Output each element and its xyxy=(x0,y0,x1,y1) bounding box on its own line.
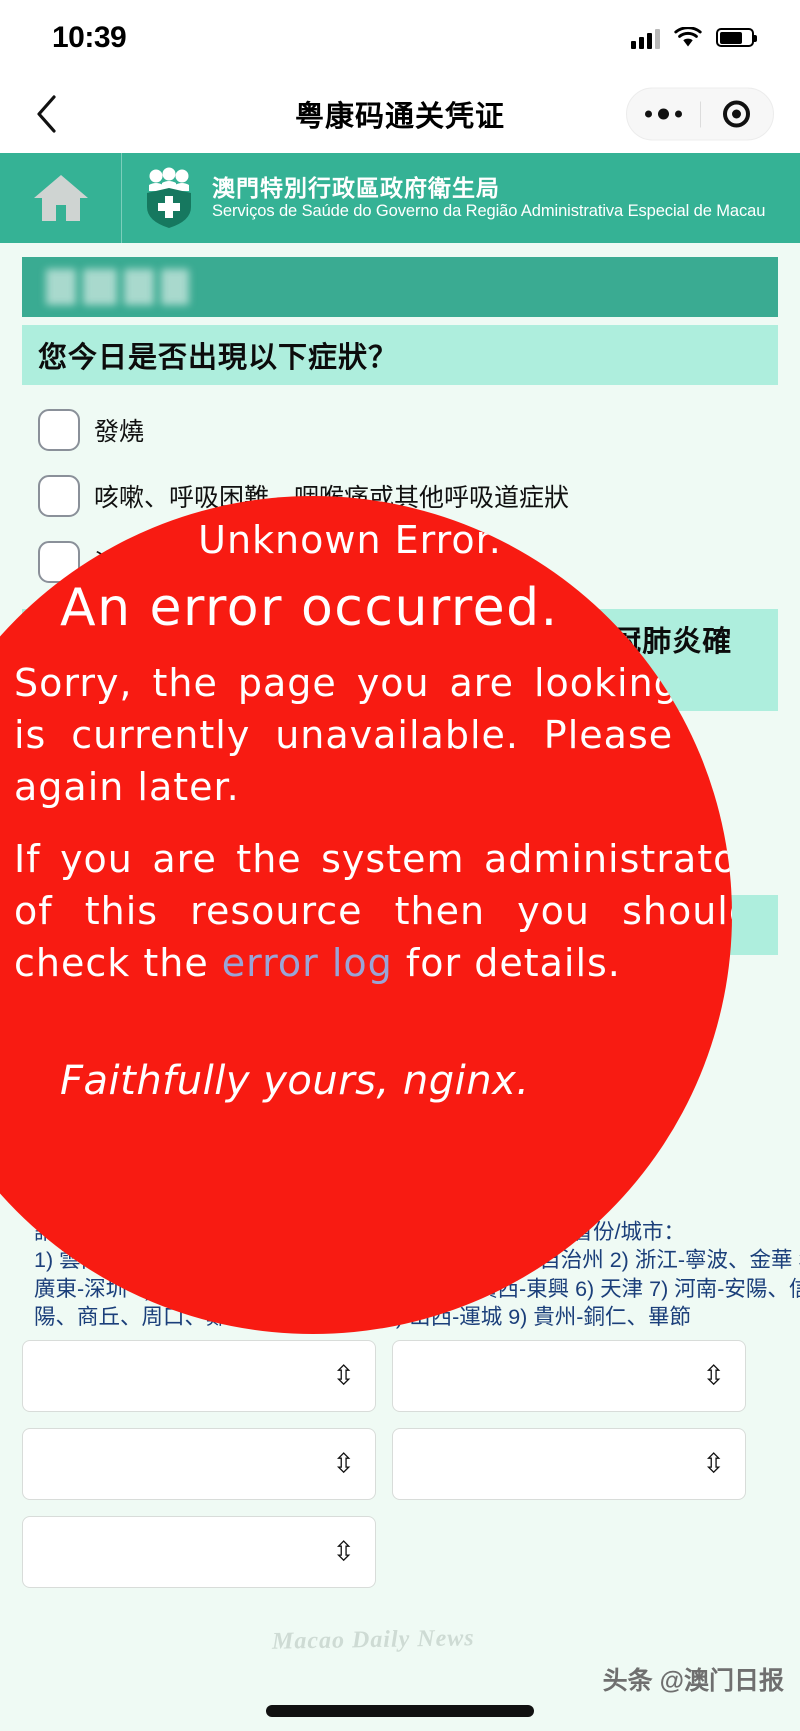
close-capsule-icon[interactable] xyxy=(701,100,774,128)
wechat-capsule xyxy=(626,87,774,141)
location-select[interactable]: ⇳ xyxy=(22,1339,376,1412)
error-log-link[interactable]: error log xyxy=(222,941,393,985)
battery-icon xyxy=(716,28,757,47)
nginx-error-overlay: Unknown Error. An error occurred. Sorry,… xyxy=(0,496,732,1334)
gov-title-portuguese: Serviços de Saúde do Governo da Região A… xyxy=(212,201,766,220)
toutiao-watermark: 头条 @澳门日报 xyxy=(602,1667,784,1695)
symptom-question-header: 您今日是否出現以下症狀？ xyxy=(22,325,778,385)
gov-title-chinese: 澳門特別行政區政府衛生局 xyxy=(212,174,500,201)
macao-daily-watermark: Macao Daily News xyxy=(271,1625,475,1655)
error-subheading: An error occurred. xyxy=(60,578,559,638)
location-select[interactable]: ⇳ xyxy=(392,1339,746,1412)
status-bar-time: 10:39 xyxy=(52,20,127,54)
chevron-updown-icon: ⇳ xyxy=(332,1536,355,1567)
chevron-left-icon xyxy=(37,95,56,133)
error-paragraph-1: Sorry, the page you are looking for is c… xyxy=(14,661,732,809)
navigation-bar: 粤康码通关凭证 xyxy=(0,75,800,153)
error-signature: Faithfully yours, nginx. xyxy=(60,1058,530,1104)
redacted-name xyxy=(46,269,189,305)
government-title-block: 澳門特別行政區政府衛生局 Serviços de Saúde do Govern… xyxy=(212,174,766,220)
government-header: 澳門特別行政區政府衛生局 Serviços de Saúde do Govern… xyxy=(0,153,800,243)
status-bar: 10:39 xyxy=(0,0,800,75)
status-bar-icons xyxy=(631,26,757,49)
chevron-updown-icon: ⇳ xyxy=(702,1448,725,1479)
symptom-option-fever[interactable]: 發燒 xyxy=(38,409,800,451)
location-select[interactable]: ⇳ xyxy=(22,1515,376,1588)
user-name-strip xyxy=(22,257,778,317)
chevron-updown-icon: ⇳ xyxy=(332,1360,355,1391)
home-button[interactable] xyxy=(0,153,122,243)
more-options-icon[interactable] xyxy=(627,108,700,120)
location-select[interactable]: ⇳ xyxy=(22,1427,376,1500)
form-page: 您今日是否出現以下症狀？ 發燒 咳嗽、呼吸困難、咽喉痛或其他呼吸道症狀 沒有以上… xyxy=(0,243,800,1731)
home-indicator xyxy=(266,1705,534,1717)
symptom-option-label: 發燒 xyxy=(94,418,145,446)
location-select[interactable]: ⇳ xyxy=(392,1427,746,1500)
back-button[interactable] xyxy=(26,91,66,137)
error-heading: Unknown Error. xyxy=(198,518,502,562)
home-icon xyxy=(33,175,88,221)
checkbox-unchecked-icon[interactable] xyxy=(38,475,80,517)
checkbox-unchecked-icon[interactable] xyxy=(38,409,80,451)
error-paragraph-2: If you are the system administrator of t… xyxy=(14,833,732,989)
cellular-signal-icon xyxy=(631,27,660,49)
location-select-grid: ⇳ ⇳ ⇳ ⇳ ⇳ xyxy=(22,1339,778,1588)
chevron-updown-icon: ⇳ xyxy=(702,1360,725,1391)
chevron-updown-icon: ⇳ xyxy=(332,1448,355,1479)
error-paragraph-2-post: for details. xyxy=(392,941,621,985)
wifi-icon xyxy=(674,26,702,48)
symptom-question-text: 您今日是否出現以下症狀？ xyxy=(38,342,399,374)
health-bureau-shield-icon xyxy=(138,167,200,229)
